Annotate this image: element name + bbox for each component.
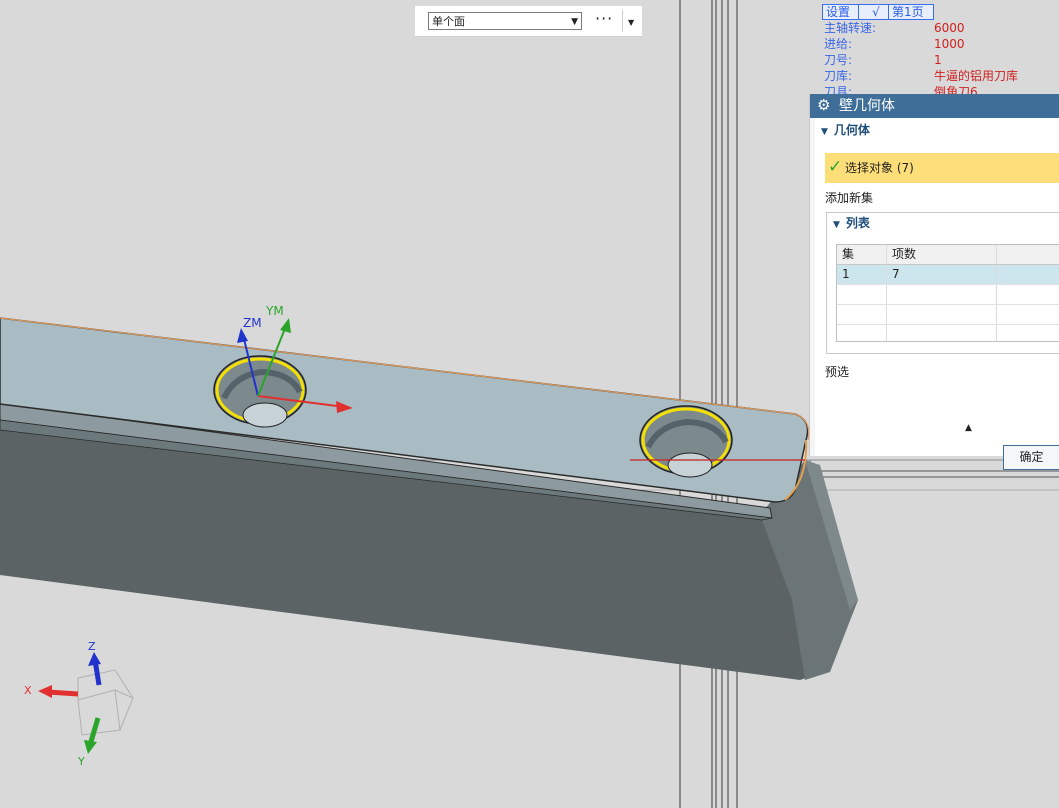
- geometry-section-label: 几何体: [833, 123, 870, 137]
- ok-button[interactable]: 确定: [1003, 445, 1059, 470]
- table-header-row: 集 项数: [837, 245, 1059, 265]
- info-value: 倒角刀6: [934, 85, 978, 94]
- info-value: 1000: [934, 37, 965, 51]
- wcs-ym-label: YM: [265, 304, 284, 318]
- wcs-zm-label: ZM: [243, 316, 262, 330]
- triad-z-label: Z: [88, 640, 96, 653]
- face-rule-value: 单个面: [432, 15, 465, 28]
- preselect-label[interactable]: 预选: [825, 364, 849, 380]
- column-header-set[interactable]: 集: [837, 245, 887, 264]
- tab-settings[interactable]: 设置: [822, 4, 860, 20]
- empty-cell: [837, 305, 887, 324]
- geometry-section-header[interactable]: ▼ 几何体: [821, 121, 870, 139]
- empty-cell: [997, 305, 1059, 324]
- info-value: 牛逼的铝用刀库: [934, 69, 1019, 83]
- selection-filter-toolbar: 单个面 ▼ ··· ▼: [415, 6, 642, 37]
- dialog-title: 壁几何体: [839, 98, 895, 114]
- face-rule-dropdown[interactable]: 单个面 ▼: [428, 12, 582, 30]
- column-header-count[interactable]: 项数: [887, 245, 997, 264]
- empty-cell: [997, 285, 1059, 304]
- empty-cell: [997, 325, 1059, 341]
- info-value: 6000: [934, 21, 965, 35]
- info-value: 1: [934, 53, 942, 67]
- list-section-header[interactable]: ▼ 列表: [833, 214, 870, 232]
- tab-page-1[interactable]: 第1页: [888, 4, 934, 20]
- triad-x-label: X: [24, 684, 32, 697]
- triad-y-label: Y: [77, 755, 85, 768]
- dialog-body: ▼ 几何体 ✓ 选择对象 (7) 添加新集 ▼ 列表 集 项数 1 7 预选 ▲…: [815, 118, 1059, 470]
- cell-set: 1: [837, 265, 887, 284]
- collapse-triangle-icon: ▼: [833, 220, 840, 230]
- info-label: 进给:: [824, 37, 853, 51]
- select-object-row[interactable]: ✓ 选择对象 (7): [825, 153, 1059, 183]
- collapse-triangle-icon: ▼: [821, 127, 828, 137]
- toolbar-divider: [622, 10, 623, 32]
- table-row-empty: [837, 305, 1059, 325]
- select-object-label: 选择对象 (7): [845, 161, 914, 175]
- info-label: 刀库:: [824, 69, 853, 83]
- empty-cell: [887, 285, 997, 304]
- toolbar-overflow-icon[interactable]: ▼: [628, 18, 634, 27]
- info-label: 刀具:: [824, 85, 853, 94]
- empty-cell: [887, 325, 997, 341]
- gear-icon: ⚙: [817, 96, 831, 114]
- info-label: 主轴转速:: [824, 21, 877, 35]
- dropdown-arrow-icon: ▼: [571, 17, 578, 27]
- add-new-set-button[interactable]: 添加新集: [825, 190, 873, 206]
- column-header-extra: [997, 245, 1059, 264]
- table-row[interactable]: 1 7: [837, 265, 1059, 285]
- checkmark-icon: ✓: [828, 157, 843, 177]
- machining-info-overlay: 设置 √ 第1页 主轴转速: 6000 进给: 1000 刀号: 1 刀库: 牛…: [822, 4, 1059, 94]
- list-group: ▼ 列表 集 项数 1 7: [826, 212, 1059, 354]
- cell-extra: [997, 265, 1059, 284]
- table-row-empty: [837, 325, 1059, 341]
- empty-cell: [887, 305, 997, 324]
- table-row-empty: [837, 285, 1059, 305]
- empty-cell: [837, 325, 887, 341]
- cell-count: 7: [887, 265, 997, 284]
- wall-geometry-dialog: ⚙ 壁几何体 ▼ 几何体 ✓ 选择对象 (7) 添加新集 ▼ 列表 集 项数 1: [809, 94, 1059, 470]
- dialog-title-bar[interactable]: ⚙ 壁几何体: [810, 94, 1059, 118]
- part-body[interactable]: [0, 317, 858, 680]
- more-options-button[interactable]: ···: [595, 9, 613, 28]
- list-section-label: 列表: [845, 216, 870, 230]
- collapse-up-icon[interactable]: ▲: [965, 423, 972, 433]
- info-label: 刀号:: [824, 53, 853, 67]
- sets-table: 集 项数 1 7: [836, 244, 1059, 342]
- empty-cell: [837, 285, 887, 304]
- orientation-triad[interactable]: Z X Y: [24, 640, 134, 768]
